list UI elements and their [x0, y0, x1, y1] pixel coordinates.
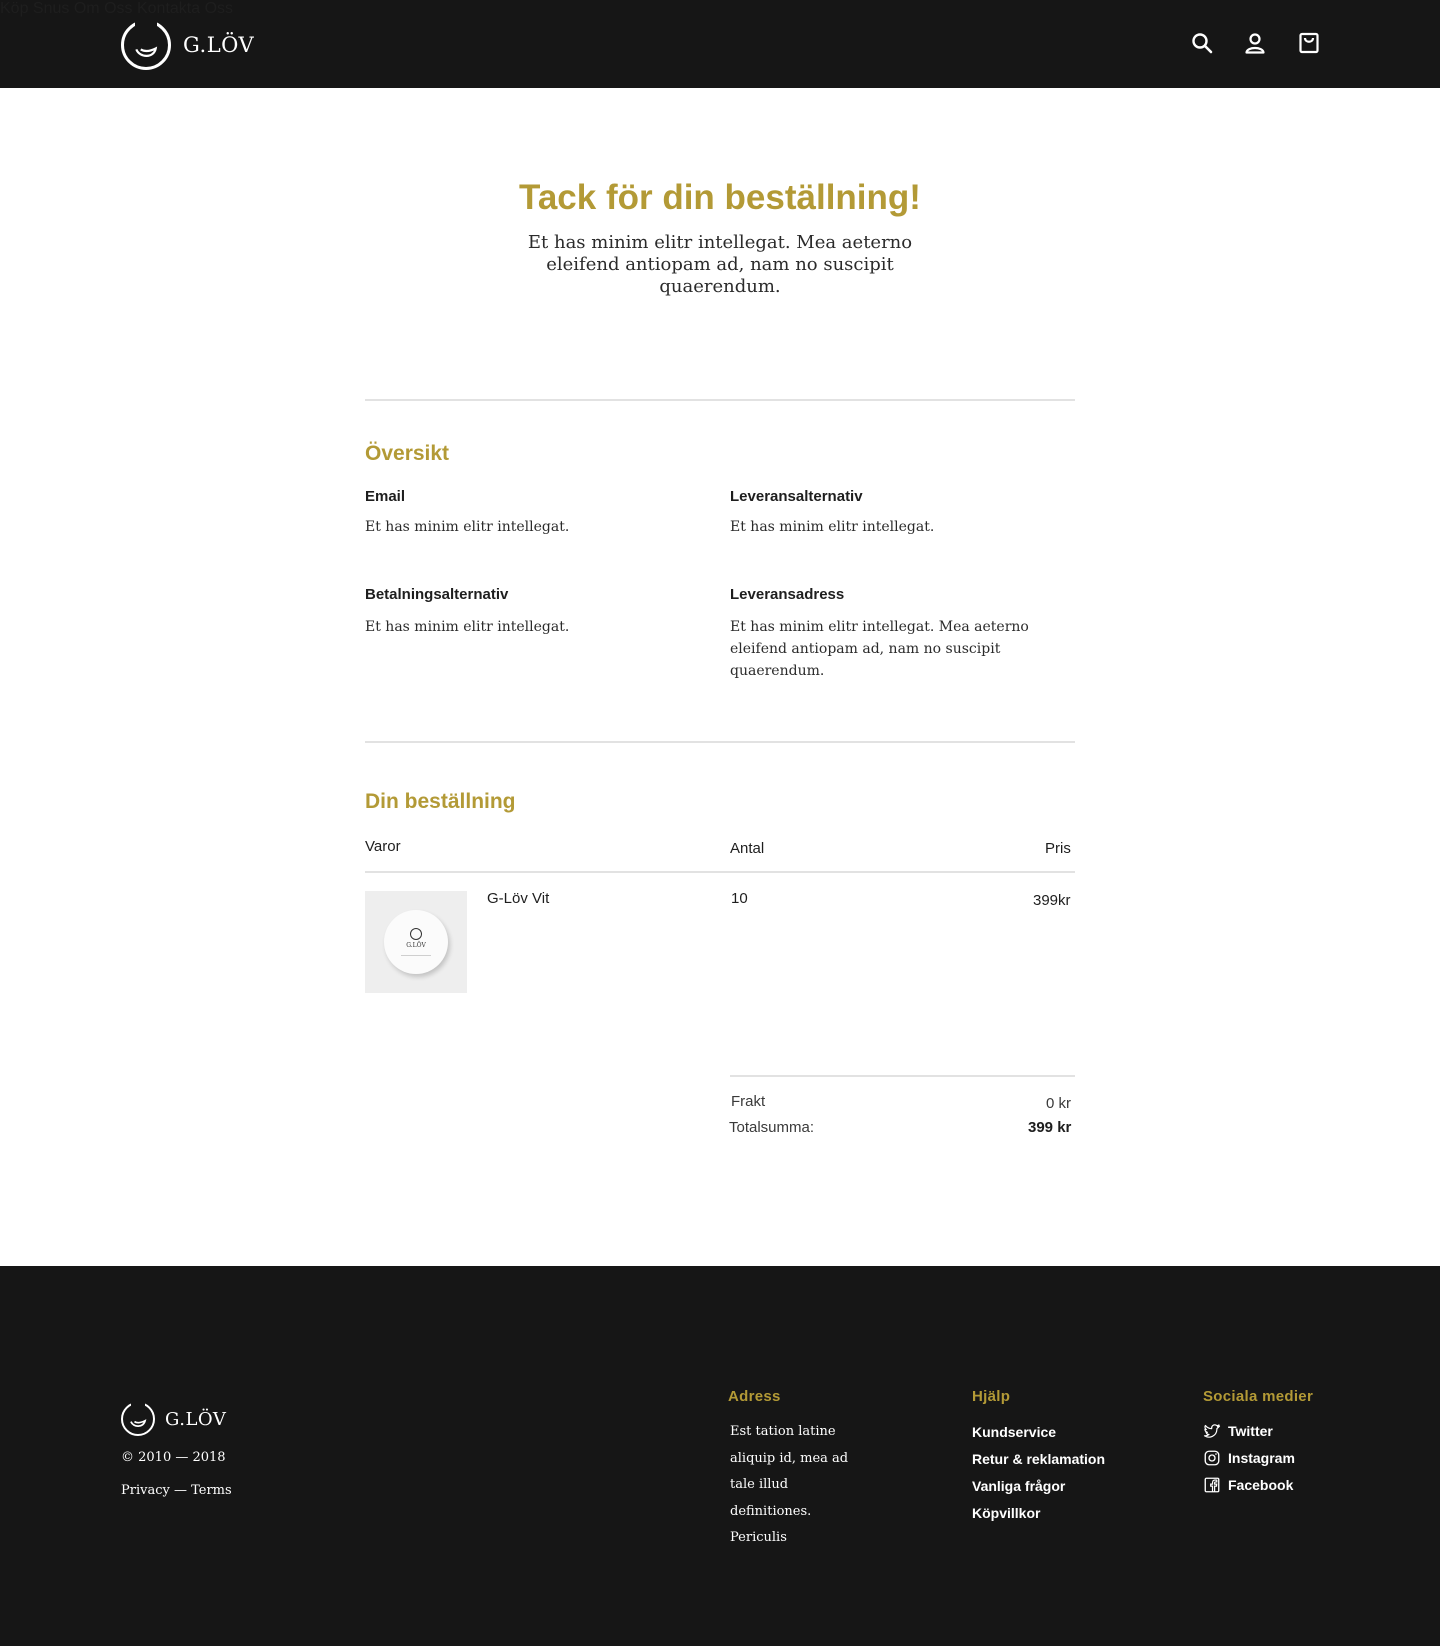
- column-header-qty: Antal: [730, 840, 765, 857]
- help-link-retur[interactable]: Retur & reklamation: [972, 1451, 1105, 1467]
- leaf-logo-icon: [121, 20, 171, 70]
- copyright: © 2010 — 2018: [121, 1450, 226, 1465]
- product-qty: 10: [731, 890, 748, 907]
- tin-brand: G.LÖV: [406, 942, 426, 949]
- section-divider: [365, 741, 1075, 743]
- brand-logo[interactable]: G.LÖV: [121, 20, 254, 70]
- product-name[interactable]: G-Löv Vit: [487, 890, 549, 907]
- page-title: Tack för din beställning!: [519, 178, 921, 217]
- delivery-address-value: Et has minim elitr intellegat. Mea aeter…: [730, 619, 1029, 679]
- help-link-kundservice[interactable]: Kundservice: [972, 1424, 1056, 1440]
- nav-item-kontakta-oss[interactable]: Kontakta Oss: [137, 0, 233, 17]
- twitter-icon: [1203, 1424, 1221, 1438]
- nav-item-om-oss[interactable]: Om Oss: [74, 0, 133, 17]
- summary-divider: [730, 1075, 1075, 1077]
- address-text: Est tation latine aliquip id, mea ad tal…: [730, 1424, 849, 1545]
- search-icon[interactable]: [1189, 30, 1215, 56]
- payment-label: Betalningsalternativ: [365, 586, 509, 603]
- brand-name: G.LÖV: [183, 33, 255, 57]
- social-heading: Sociala medier: [1203, 1388, 1314, 1405]
- nav-item-kop-snus[interactable]: Köp Snus: [0, 0, 69, 17]
- product-price: 399kr: [1033, 892, 1071, 909]
- site-header: G.LÖV Köp Snus Om Oss Kontakta Oss: [0, 0, 1440, 88]
- shopping-bag-icon[interactable]: [1296, 30, 1322, 56]
- overview-title: Översikt: [365, 442, 450, 465]
- address-heading: Adress: [728, 1388, 781, 1405]
- social-link-instagram[interactable]: Instagram: [1203, 1449, 1295, 1467]
- help-link-faq[interactable]: Vanliga frågor: [972, 1478, 1065, 1494]
- user-icon[interactable]: [1242, 30, 1268, 56]
- product-image[interactable]: G.LÖV: [365, 891, 467, 993]
- instagram-label: Instagram: [1228, 1450, 1295, 1466]
- social-link-facebook[interactable]: Facebook: [1203, 1476, 1293, 1494]
- table-header-divider: [365, 871, 1075, 873]
- footer-logo[interactable]: G.LÖV: [121, 1402, 226, 1436]
- total-label: Totalsumma:: [729, 1119, 815, 1136]
- site-footer: G.LÖV © 2010 — 2018 Privacy — Terms Adre…: [0, 1266, 1440, 1646]
- delivery-option-label: Leveransalternativ: [730, 488, 863, 505]
- shipping-value: 0 kr: [1046, 1095, 1072, 1112]
- twitter-label: Twitter: [1228, 1423, 1273, 1439]
- help-heading: Hjälp: [972, 1388, 1011, 1405]
- social-link-twitter[interactable]: Twitter: [1203, 1422, 1273, 1440]
- footer-brand-name: G.LÖV: [165, 1408, 227, 1430]
- tin-line: [401, 955, 431, 956]
- column-header-price: Pris: [1045, 840, 1071, 857]
- email-value: Et has minim elitr intellegat.: [365, 519, 570, 535]
- email-label: Email: [365, 488, 406, 505]
- payment-value: Et has minim elitr intellegat.: [365, 619, 570, 635]
- snus-tin: G.LÖV: [384, 910, 448, 974]
- help-link-kopvillkor[interactable]: Köpvillkor: [972, 1505, 1040, 1521]
- order-title: Din beställning: [365, 790, 516, 813]
- column-header-items: Varor: [365, 838, 401, 855]
- shipping-label: Frakt: [731, 1093, 766, 1110]
- total-value: 399 kr: [1028, 1119, 1072, 1136]
- legal-links[interactable]: Privacy — Terms: [121, 1483, 232, 1498]
- hero-text: Et has minim elitr intellegat. Mea aeter…: [527, 232, 913, 297]
- leaf-logo-icon: [121, 1402, 155, 1436]
- facebook-icon: [1204, 1477, 1220, 1493]
- instagram-icon: [1204, 1450, 1220, 1466]
- tin-logo-icon: [410, 928, 422, 940]
- delivery-option-value: Et has minim elitr intellegat.: [730, 519, 935, 535]
- section-divider: [365, 399, 1075, 401]
- facebook-label: Facebook: [1228, 1477, 1294, 1493]
- delivery-address-label: Leveransadress: [730, 586, 845, 603]
